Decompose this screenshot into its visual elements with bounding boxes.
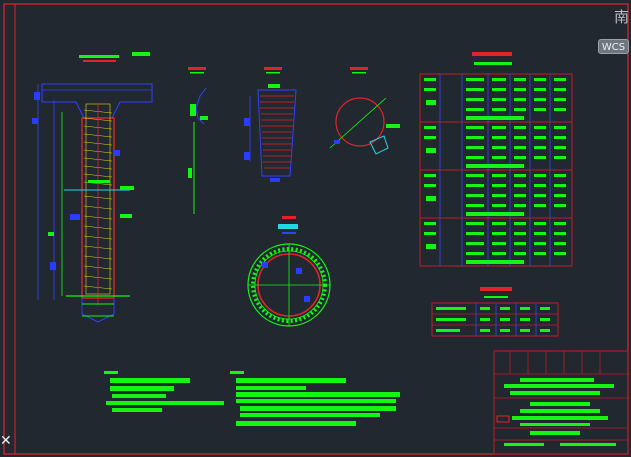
crosshair-icon: ✕ [0, 433, 12, 449]
pile-cross-section [247, 216, 331, 327]
quantity-table [419, 52, 573, 267]
detail-view-a [188, 67, 208, 214]
notes-left [104, 371, 224, 412]
title-block [493, 350, 629, 455]
viewcube-direction-label[interactable]: 南 [614, 6, 629, 27]
ucs-menu-button[interactable]: WCS [598, 39, 629, 54]
detail-view-b [244, 67, 297, 182]
summary-table [431, 287, 559, 337]
notes-right [230, 371, 400, 426]
drawing-canvas[interactable] [0, 0, 631, 457]
pile-elevation-view [32, 52, 153, 323]
detail-view-c [329, 67, 400, 155]
